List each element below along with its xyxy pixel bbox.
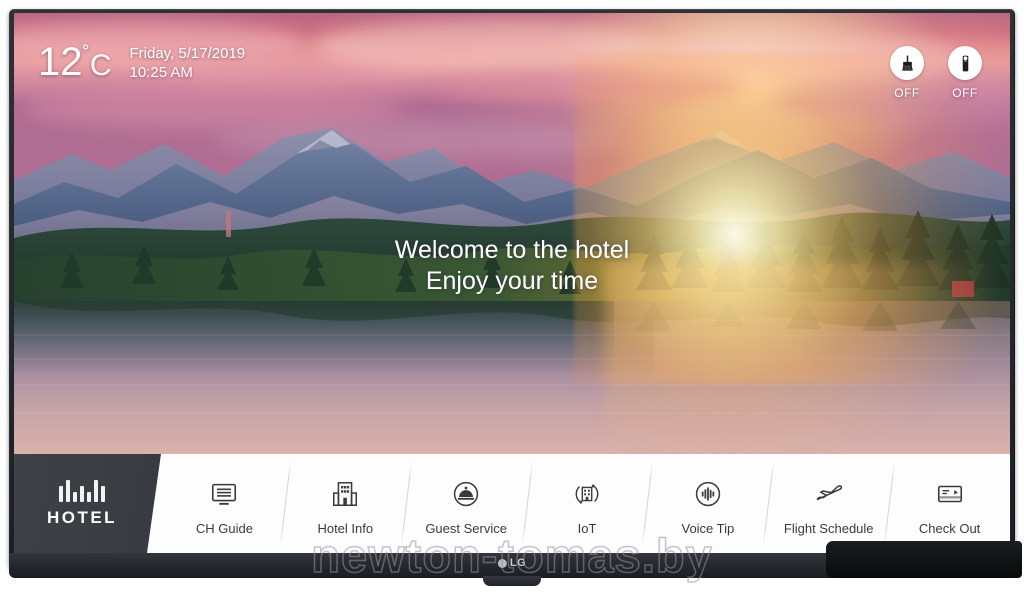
welcome-message: Welcome to the hotel Enjoy your time [14, 235, 1010, 297]
datetime-display: Friday, 5/17/2019 10:25 AM [130, 44, 246, 82]
hotel-logo-text: HOTEL [32, 508, 132, 528]
wallpaper-mountain-lake-sunset: 12˚C Friday, 5/17/2019 10:25 AM [14, 13, 1010, 454]
bottom-nav-bar: HOTEL CH Guide [14, 454, 1010, 553]
tv-monitor-icon [209, 476, 239, 512]
nav-label: IoT [578, 521, 597, 536]
voice-waveform-icon [693, 476, 723, 512]
do-not-disturb-status[interactable]: OFF [944, 46, 986, 100]
nav-item-voice-tip[interactable]: Voice Tip [647, 454, 768, 553]
lake-layer [14, 301, 1010, 454]
hotel-logo: HOTEL [32, 476, 132, 528]
make-up-room-status[interactable]: OFF [886, 46, 928, 100]
building-icon [330, 476, 360, 512]
door-hanger-icon [948, 46, 982, 80]
nav-label: Voice Tip [681, 521, 734, 536]
nav-item-iot[interactable]: IoT [527, 454, 648, 553]
degree-symbol: ˚ [83, 42, 90, 67]
hotel-logo-panel: HOTEL [14, 454, 174, 553]
weather-widget: 12˚C Friday, 5/17/2019 10:25 AM [38, 42, 245, 82]
nav-item-guest-service[interactable]: Guest Service [406, 454, 527, 553]
nav-label: CH Guide [196, 521, 253, 536]
nav-item-hotel-info[interactable]: Hotel Info [285, 454, 406, 553]
temperature-unit: C [90, 49, 112, 82]
date-text: Friday, 5/17/2019 [130, 44, 246, 63]
tower [226, 211, 231, 237]
lg-logo-text: LG [510, 557, 526, 569]
nav-item-ch-guide[interactable]: CH Guide [164, 454, 285, 553]
nav-label: Hotel Info [317, 521, 373, 536]
temperature-display: 12˚C [38, 42, 112, 82]
nav-item-list: CH Guide [164, 454, 1010, 553]
service-bell-icon [451, 476, 481, 512]
nav-item-check-out[interactable]: Check Out [889, 454, 1010, 553]
nav-label: Check Out [919, 521, 980, 536]
lg-brand-logo: LG [498, 557, 526, 569]
welcome-line-1: Welcome to the hotel [14, 235, 1010, 266]
do-not-disturb-status-label: OFF [944, 86, 986, 100]
airplane-icon [813, 476, 845, 512]
tv-stand-bar [826, 541, 1022, 578]
tv-device: 12˚C Friday, 5/17/2019 10:25 AM [0, 0, 1024, 600]
lg-logo-dot [498, 559, 507, 568]
time-text: 10:25 AM [130, 63, 246, 82]
nav-label: Guest Service [425, 521, 507, 536]
brush-icon [890, 46, 924, 80]
iot-building-icon [572, 476, 602, 512]
nav-label: Flight Schedule [784, 521, 874, 536]
welcome-line-2: Enjoy your time [14, 266, 1010, 297]
nav-item-flight-schedule[interactable]: Flight Schedule [768, 454, 889, 553]
temperature-value: 12 [38, 40, 83, 84]
tv-screen: 12˚C Friday, 5/17/2019 10:25 AM [14, 13, 1010, 553]
hotel-building-mark-icon [32, 476, 132, 502]
service-status-group: OFF OFF [886, 46, 986, 100]
credit-card-icon [935, 476, 965, 512]
tv-stand-nub [483, 576, 541, 586]
make-up-room-status-label: OFF [886, 86, 928, 100]
